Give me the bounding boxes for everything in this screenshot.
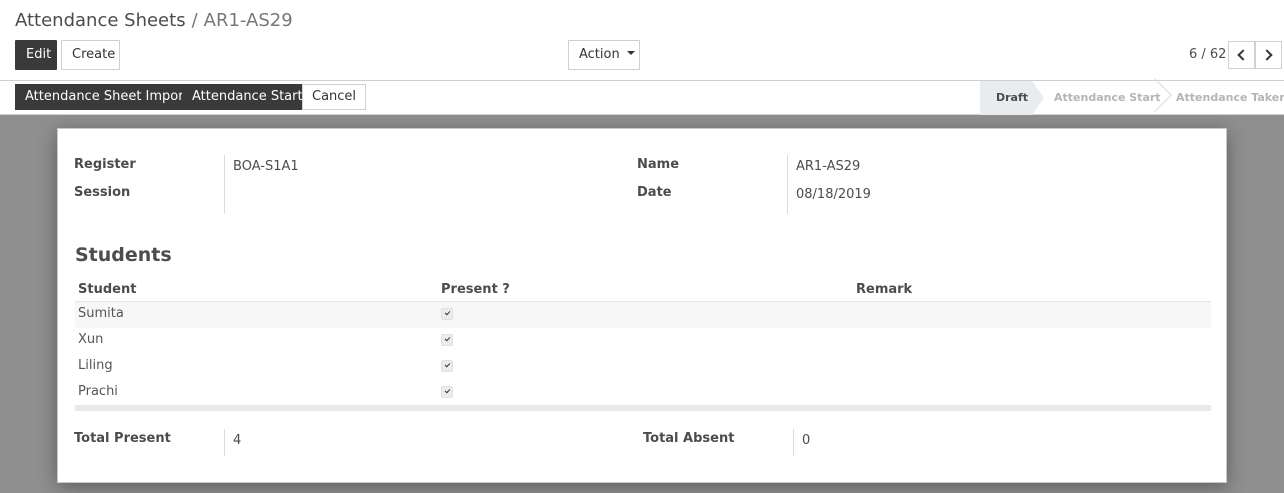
edit-button[interactable]: Edit — [15, 40, 57, 70]
total-present-label: Total Present — [74, 431, 171, 446]
students-table-header: Student Present ? Remark — [75, 280, 1211, 302]
cancel-button[interactable]: Cancel — [302, 84, 367, 110]
total-present-value: 4 — [233, 433, 242, 448]
field-divider — [224, 155, 225, 214]
present-checkbox[interactable] — [441, 334, 453, 346]
student-name: Liling — [78, 358, 113, 373]
status-stages: Draft Attendance Start Attendance Taken — [980, 78, 1284, 115]
present-checkbox[interactable] — [441, 308, 453, 320]
table-row[interactable]: Liling — [75, 354, 1211, 380]
attendance-start-button[interactable]: Attendance Start — [182, 84, 313, 110]
date-label: Date — [637, 185, 672, 200]
students-table-footer — [75, 405, 1211, 411]
table-row[interactable]: Xun — [75, 328, 1211, 354]
stage-attendance-start: Attendance Start — [1032, 78, 1172, 115]
breadcrumb-separator: / — [191, 10, 198, 31]
present-checkbox[interactable] — [441, 360, 453, 372]
column-header-student[interactable]: Student — [78, 282, 136, 297]
total-absent-label: Total Absent — [643, 431, 735, 446]
breadcrumb-parent-link[interactable]: Attendance Sheets — [15, 10, 186, 31]
statusbar: Attendance Sheet Import Attendance Start… — [0, 78, 1284, 115]
form-content-area: Register Session BOA-S1A1 Name Date AR1-… — [0, 115, 1284, 493]
student-name: Sumita — [78, 306, 124, 321]
present-checkbox[interactable] — [441, 386, 453, 398]
register-label: Register — [74, 157, 136, 172]
session-label: Session — [74, 185, 131, 200]
total-absent-value: 0 — [802, 433, 811, 448]
pager-next-button[interactable] — [1255, 41, 1282, 69]
name-label: Name — [637, 157, 680, 172]
chevron-left-icon — [1237, 49, 1249, 61]
field-divider — [224, 429, 225, 456]
breadcrumb-current: AR1-AS29 — [203, 10, 293, 31]
student-name: Xun — [78, 332, 104, 347]
create-button[interactable]: Create — [61, 40, 120, 70]
column-header-remark[interactable]: Remark — [856, 282, 912, 297]
field-divider — [787, 155, 788, 214]
action-dropdown-button[interactable]: Action — [568, 40, 640, 70]
table-row[interactable]: Sumita — [75, 302, 1211, 328]
action-label: Action — [579, 47, 620, 62]
pager-value: 6 / 62 — [1189, 47, 1227, 62]
name-value: AR1-AS29 — [796, 159, 861, 174]
students-section-title: Students — [75, 244, 172, 266]
stage-attendance-taken-label: Attendance Taken — [1176, 91, 1284, 104]
stage-draft-label: Draft — [996, 91, 1029, 104]
table-row[interactable]: Prachi — [75, 380, 1211, 406]
field-divider — [793, 429, 794, 456]
student-name: Prachi — [78, 384, 118, 399]
register-value: BOA-S1A1 — [233, 159, 299, 174]
caret-down-icon — [626, 50, 635, 55]
date-value: 08/18/2019 — [796, 187, 871, 202]
stage-attendance-taken: Attendance Taken — [1154, 81, 1284, 115]
chevron-right-icon — [1261, 49, 1273, 61]
control-panel: Attendance Sheets / AR1-AS29 Edit Create A… — [0, 0, 1284, 81]
attendance-sheet-import-button[interactable]: Attendance Sheet Import — [15, 84, 199, 110]
column-header-present[interactable]: Present ? — [441, 282, 510, 297]
breadcrumb: Attendance Sheets / AR1-AS29 — [15, 10, 293, 32]
form-sheet: Register Session BOA-S1A1 Name Date AR1-… — [57, 128, 1227, 483]
stage-draft: Draft — [980, 81, 1044, 115]
pager-previous-button[interactable] — [1228, 41, 1255, 69]
